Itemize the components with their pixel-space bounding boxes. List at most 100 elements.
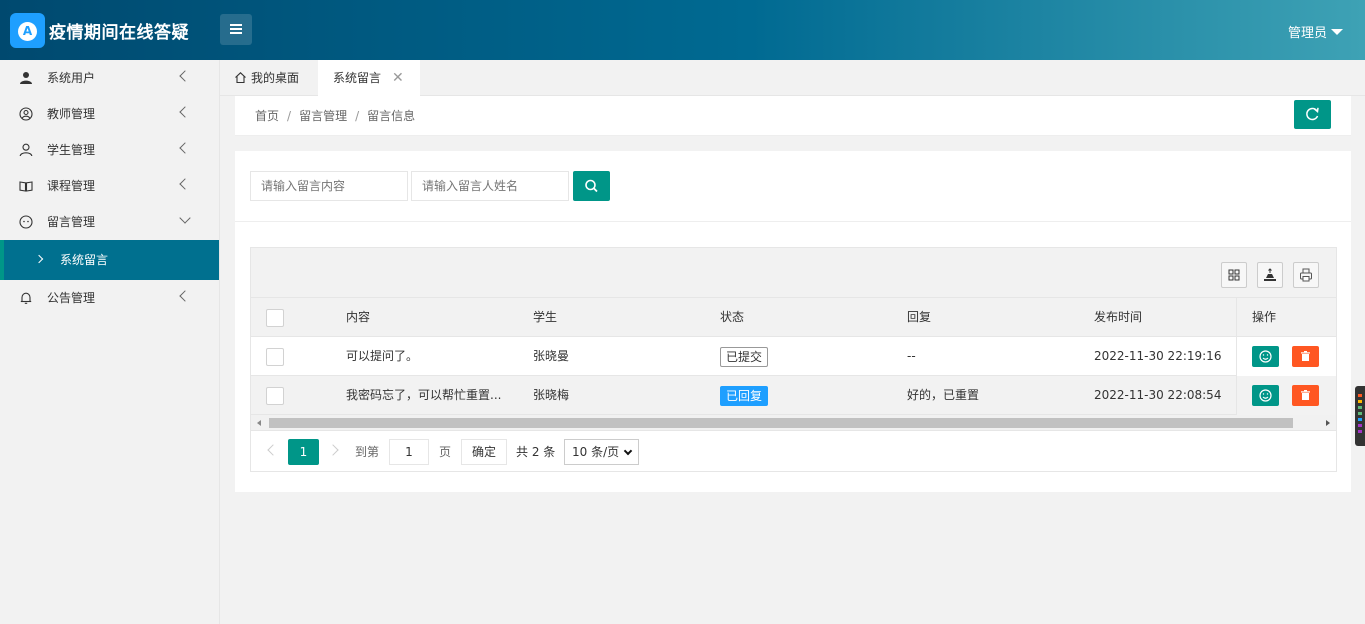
current-page[interactable]: 1 (288, 439, 319, 465)
sidebar-subitem-system-messages[interactable]: 系统留言 (0, 240, 219, 280)
chevron-right-icon (34, 254, 44, 264)
prev-page-icon[interactable] (267, 444, 279, 456)
tab-system-messages[interactable]: 系统留言 ✕ (318, 60, 420, 96)
trash-icon (1301, 351, 1310, 361)
page-unit-label: 页 (439, 445, 452, 459)
refresh-icon (1306, 107, 1319, 121)
refresh-button[interactable] (1294, 100, 1331, 129)
print-button[interactable] (1293, 262, 1319, 288)
table-row: 可以提问了。 张晓曼 已提交 -- 2022-11-30 22:19:16 (251, 337, 1336, 376)
cell-status: 已提交 (720, 337, 769, 376)
breadcrumb-home[interactable]: 首页 (255, 109, 279, 123)
reply-button[interactable] (1252, 346, 1279, 367)
app-logo: A (10, 13, 45, 48)
close-icon[interactable]: ✕ (392, 60, 404, 96)
scrollbar-thumb[interactable] (269, 418, 1293, 428)
horizontal-scrollbar[interactable] (251, 415, 1336, 431)
content-card: 内容 学生 状态 回复 发布时间 操作 可以提问了。 张晓曼 已提交 -- 20… (235, 151, 1351, 492)
search-button[interactable] (573, 171, 610, 201)
column-header-status[interactable]: 状态 (720, 298, 744, 337)
ops-cell (1236, 376, 1336, 415)
sidebar-item-messages[interactable]: 留言管理 (0, 204, 219, 240)
book-icon (19, 181, 33, 192)
chevron-left-icon (179, 178, 191, 190)
chevron-down-icon (179, 212, 191, 224)
pagination: 1 到第 页 确定 共 2 条 10 条/页 (251, 432, 1336, 472)
row-checkbox[interactable] (266, 348, 284, 366)
user-menu[interactable]: 管理员 (1288, 22, 1343, 41)
chevron-left-icon (179, 106, 191, 118)
export-button[interactable] (1257, 262, 1283, 288)
column-header-ops: 操作 (1252, 310, 1277, 324)
top-header: A 疫情期间在线答疑 管理员 (0, 0, 1365, 60)
sidebar-item-teachers[interactable]: 教师管理 (0, 96, 219, 132)
cell-reply: 好的，已重置 (907, 388, 980, 402)
table-row: 我密码忘了，可以帮忙重置... 张晓梅 已回复 好的，已重置 2022-11-3… (251, 376, 1336, 415)
cell-time: 2022-11-30 22:08:54 (1094, 388, 1222, 402)
trash-icon (1301, 390, 1310, 400)
ops-cell (1236, 337, 1336, 376)
home-icon (235, 72, 246, 84)
smile-icon (1259, 350, 1272, 363)
columns-filter-button[interactable] (1221, 262, 1247, 288)
sidebar-item-students[interactable]: 学生管理 (0, 132, 219, 168)
column-header-reply[interactable]: 回复 (907, 298, 931, 337)
breadcrumb-bar: 首页 / 留言管理 / 留言信息 (235, 96, 1351, 136)
menu-toggle-button[interactable] (220, 14, 252, 45)
sidebar-item-system-users[interactable]: 系统用户 (0, 60, 219, 96)
name-search-input[interactable] (411, 171, 569, 201)
breadcrumb-level2: 留言信息 (367, 109, 416, 123)
user-solid-icon (20, 72, 32, 84)
user-circle-icon (19, 107, 33, 121)
chevron-left-icon (179, 70, 191, 82)
sidebar-item-label: 课程管理 (47, 179, 96, 193)
scroll-left-icon[interactable] (257, 420, 261, 426)
user-name: 管理员 (1287, 26, 1327, 41)
reply-button[interactable] (1252, 385, 1279, 406)
column-header-student[interactable]: 学生 (533, 298, 557, 337)
page-size-value: 10 条/页 (572, 445, 620, 459)
cell-reply: -- (907, 349, 916, 363)
cell-time: 2022-11-30 22:19:16 (1094, 349, 1222, 363)
ops-column-header: 操作 (1236, 298, 1336, 337)
page-size-select[interactable]: 10 条/页 (564, 439, 639, 465)
content-search-input[interactable] (250, 171, 408, 201)
breadcrumb-level1[interactable]: 留言管理 (299, 109, 347, 123)
select-all-checkbox[interactable] (266, 309, 284, 327)
data-table: 内容 学生 状态 回复 发布时间 操作 可以提问了。 张晓曼 已提交 -- 20… (250, 247, 1337, 472)
user-outline-icon (19, 143, 33, 157)
tab-home[interactable]: 我的桌面 (234, 60, 299, 96)
cell-content: 我密码忘了，可以帮忙重置... (346, 388, 502, 402)
smile-icon (1259, 389, 1272, 402)
page-number-input[interactable] (389, 439, 429, 465)
sidebar-item-courses[interactable]: 课程管理 (0, 168, 219, 204)
face-icon (19, 215, 33, 229)
scroll-right-icon[interactable] (1326, 420, 1330, 426)
cell-student: 张晓梅 (533, 388, 570, 402)
cell-content: 可以提问了。 (346, 349, 419, 363)
export-icon (1264, 268, 1276, 281)
confirm-page-button[interactable]: 确定 (461, 439, 507, 465)
grid-icon (1228, 269, 1240, 281)
printer-icon (1300, 268, 1312, 282)
bell-icon (20, 292, 32, 304)
status-badge: 已提交 (720, 346, 769, 367)
sidebar-item-announcements[interactable]: 公告管理 (0, 280, 219, 316)
app-title: 疫情期间在线答疑 (49, 23, 189, 43)
breadcrumb: 首页 / 留言管理 / 留言信息 (255, 107, 415, 124)
column-header-time[interactable]: 发布时间 (1094, 298, 1142, 337)
sidebar-item-label: 教师管理 (47, 107, 96, 121)
column-header-content[interactable]: 内容 (346, 298, 370, 337)
table-toolbar (251, 248, 1336, 298)
delete-button[interactable] (1292, 346, 1319, 367)
delete-button[interactable] (1292, 385, 1319, 406)
cell-status: 已回复 (720, 376, 769, 415)
sidebar-item-label: 系统用户 (47, 71, 96, 85)
row-checkbox[interactable] (266, 387, 284, 405)
chevron-left-icon (179, 142, 191, 154)
tab-label: 系统留言 (333, 71, 382, 85)
breadcrumb-separator: / (355, 109, 360, 123)
side-widget[interactable] (1355, 386, 1365, 446)
next-page-icon[interactable] (327, 444, 339, 456)
sidebar-item-label: 留言管理 (47, 215, 96, 229)
